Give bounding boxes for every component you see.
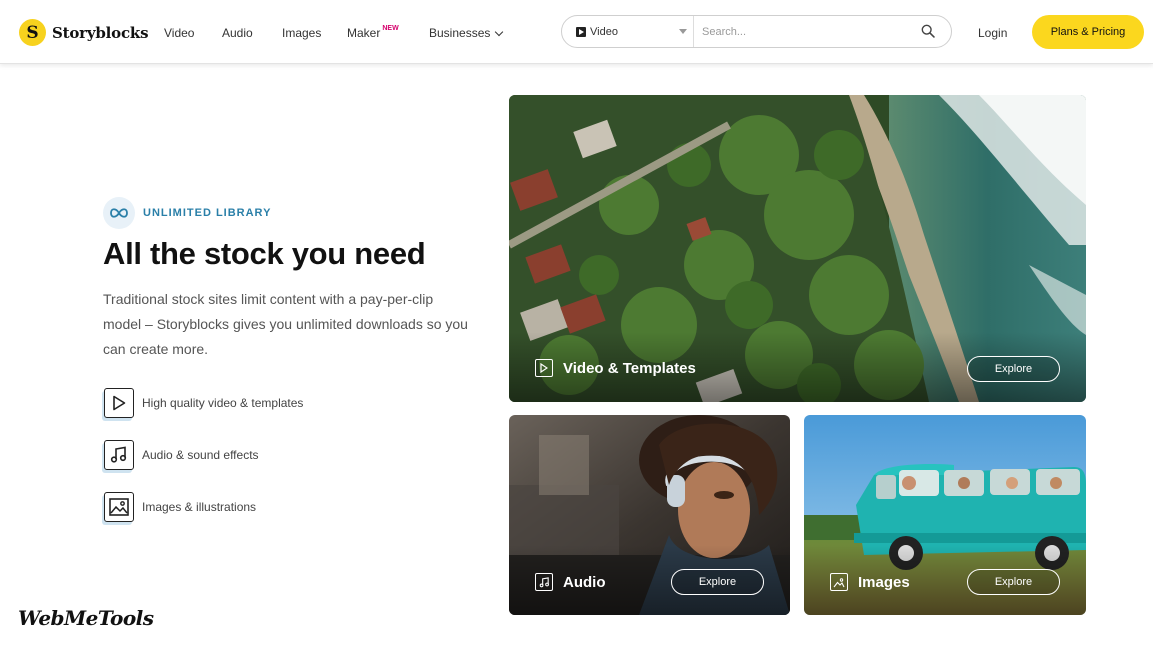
- video-card-title-text: Video & Templates: [563, 359, 696, 377]
- nav-video-label: Video: [164, 26, 195, 40]
- nav-maker[interactable]: Maker NEW: [347, 25, 399, 40]
- login-link[interactable]: Login: [978, 26, 1007, 40]
- search-bar: Video: [561, 15, 952, 48]
- logo-mark: S: [19, 19, 46, 46]
- audio-card-title: Audio: [535, 573, 606, 591]
- logo-text: Storyblocks: [52, 23, 149, 42]
- nav-businesses[interactable]: Businesses: [429, 26, 504, 40]
- explore-video-button[interactable]: Explore: [967, 356, 1060, 382]
- audio-card[interactable]: Audio Explore: [509, 415, 790, 615]
- nav-video[interactable]: Video: [164, 26, 194, 40]
- play-icon: [104, 388, 134, 418]
- search-input[interactable]: [702, 22, 902, 42]
- plans-pricing-button[interactable]: Plans & Pricing: [1032, 15, 1144, 49]
- storyblocks-logo[interactable]: S Storyblocks: [19, 19, 149, 46]
- nav-images[interactable]: Images: [282, 26, 321, 40]
- nav-audio[interactable]: Audio: [222, 26, 253, 40]
- infinity-icon: [103, 197, 135, 229]
- images-card-title-text: Images: [858, 573, 910, 591]
- audio-card-title-text: Audio: [563, 573, 606, 591]
- images-card-title: Images: [830, 573, 910, 591]
- chevron-down-icon: [495, 27, 504, 37]
- nav-images-label: Images: [282, 26, 322, 40]
- play-icon: [535, 359, 553, 377]
- nav-businesses-label: Businesses: [429, 26, 491, 40]
- explore-audio-button[interactable]: Explore: [671, 569, 764, 595]
- eyebrow-label: UNLIMITED LIBRARY: [143, 207, 272, 219]
- feature-video: High quality video & templates: [104, 388, 303, 418]
- feature-images-label: Images & illustrations: [142, 500, 257, 514]
- webmetools-watermark: WebMeTools: [18, 606, 154, 630]
- video-templates-card[interactable]: Video & Templates Explore: [509, 95, 1086, 402]
- top-navbar: S Storyblocks Video Audio Images Maker NE…: [0, 0, 1153, 64]
- video-icon: [576, 26, 586, 37]
- music-note-icon: [535, 573, 553, 591]
- images-card[interactable]: Images Explore: [804, 415, 1086, 615]
- nav-maker-label: Maker: [347, 26, 381, 40]
- media-type-value: Video: [590, 25, 618, 38]
- explore-images-button[interactable]: Explore: [967, 569, 1060, 595]
- media-type-select[interactable]: Video: [562, 16, 694, 47]
- hero-description: Traditional stock sites limit content wi…: [103, 291, 468, 357]
- feature-images: Images & illustrations: [104, 492, 256, 522]
- hero-title: All the stock you need: [103, 236, 426, 271]
- caret-down-icon: [679, 29, 687, 34]
- music-note-icon: [104, 440, 134, 470]
- image-icon: [830, 573, 848, 591]
- image-icon: [104, 492, 134, 522]
- unlimited-library-badge: UNLIMITED LIBRARY: [103, 197, 271, 229]
- nav-audio-label: Audio: [222, 26, 253, 40]
- video-card-title: Video & Templates: [535, 359, 696, 377]
- feature-audio: Audio & sound effects: [104, 440, 259, 470]
- new-badge: NEW: [382, 25, 399, 32]
- feature-video-label: High quality video & templates: [142, 396, 304, 410]
- search-icon[interactable]: [921, 24, 935, 38]
- feature-audio-label: Audio & sound effects: [142, 448, 259, 462]
